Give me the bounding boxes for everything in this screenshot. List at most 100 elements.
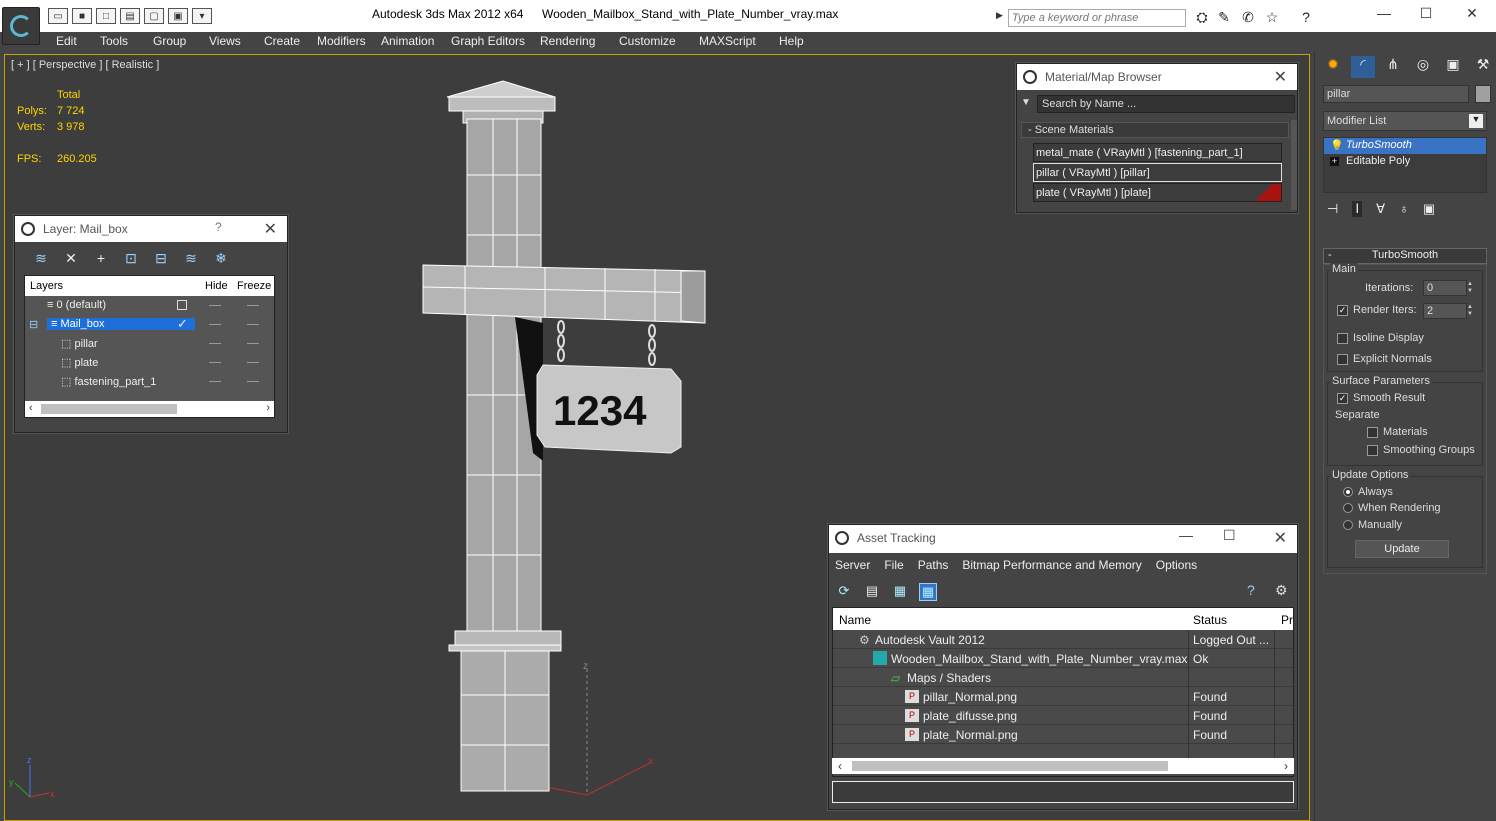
scroll-thumb[interactable] — [852, 761, 1168, 771]
material-map-browser[interactable]: Material/Map Browser ✕ ▼ Search by Name … — [1016, 63, 1298, 213]
material-item-selected[interactable]: pillar ( VRayMtl ) [pillar] — [1033, 163, 1282, 182]
layer-object-row[interactable]: ⬚ plate — [25, 353, 274, 372]
material-browser-close-button[interactable]: ✕ — [1274, 67, 1287, 87]
manually-row[interactable]: Manually — [1343, 519, 1402, 531]
menu-views[interactable]: Views — [209, 34, 241, 48]
material-item[interactable]: metal_mate ( VRayMtl ) [fastening_part_1… — [1033, 143, 1282, 162]
modifier-list-dropdown[interactable]: Modifier List ▼ — [1323, 111, 1487, 131]
asset-row[interactable]: P pillar_Normal.png Found — [833, 687, 1293, 706]
add-to-layer-icon[interactable]: + — [91, 250, 111, 268]
asset-minimize-button[interactable]: — — [1179, 527, 1193, 543]
make-unique-icon[interactable]: ∀ — [1376, 201, 1385, 217]
asset-settings-icon[interactable]: ⚙ — [1275, 582, 1288, 599]
light-bulb-icon[interactable]: 💡 — [1330, 139, 1344, 152]
menu-animation[interactable]: Animation — [381, 34, 434, 48]
smooth-result-checkbox[interactable]: ✓ — [1337, 392, 1348, 404]
turbosmooth-rollout-header[interactable]: - TurboSmooth — [1323, 248, 1487, 264]
layer-panel-titlebar[interactable]: Layer: Mail_box ? ✕ — [15, 216, 287, 242]
subscription-icon[interactable]: ✎ — [1214, 9, 1234, 27]
menu-customize[interactable]: Customize — [619, 34, 676, 48]
col-status[interactable]: Status — [1193, 613, 1227, 627]
manually-radio[interactable] — [1343, 520, 1353, 531]
freeze-all-icon[interactable]: ❄ — [211, 250, 231, 268]
scroll-left-icon[interactable]: ‹ — [29, 402, 33, 414]
scroll-right-icon[interactable]: › — [1284, 759, 1288, 773]
spinner-arrows-icon[interactable]: ▲ ▼ — [1467, 304, 1475, 320]
col-freeze[interactable]: Freeze — [237, 280, 271, 292]
layer-object-row[interactable]: ⬚ fastening_part_1 — [25, 372, 274, 391]
highlight-layer-icon[interactable]: ⊟ — [151, 250, 171, 268]
layer-horizontal-scrollbar[interactable]: ‹ › — [25, 401, 274, 417]
when-rendering-radio[interactable] — [1343, 503, 1353, 514]
motion-tab-icon[interactable]: ◎ — [1411, 56, 1435, 78]
stack-item-editable-poly[interactable]: + Editable Poly — [1324, 154, 1486, 170]
asset-menu-file[interactable]: File — [884, 558, 903, 572]
menu-create[interactable]: Create — [264, 34, 300, 48]
materials-checkbox[interactable] — [1367, 426, 1378, 438]
display-tab-icon[interactable]: ▣ — [1441, 56, 1465, 78]
close-button[interactable]: ✕ — [1450, 5, 1494, 25]
layer-manager-panel[interactable]: Layer: Mail_box ? ✕ ≋ ✕ + ⊡ ⊟ ≋ ❄ Layers… — [14, 215, 288, 433]
number-plate[interactable]: 1234 — [515, 317, 682, 461]
layer-object-row[interactable]: ⬚ pillar — [25, 334, 274, 353]
always-row[interactable]: Always — [1343, 486, 1393, 498]
binoculars-icon[interactable]: ⛭ — [1192, 9, 1212, 27]
menu-edit[interactable]: Edit — [56, 34, 77, 48]
crossbar-mesh[interactable] — [422, 264, 706, 324]
asset-menu-server[interactable]: Server — [835, 558, 870, 572]
expand-icon[interactable]: + — [1330, 157, 1339, 166]
hold-icon[interactable]: ▤ — [120, 8, 140, 24]
always-radio[interactable] — [1343, 487, 1353, 498]
search-expand-icon[interactable]: ▶ — [996, 10, 1006, 26]
scroll-left-icon[interactable]: ‹ — [838, 759, 842, 773]
asset-row[interactable]: ⚙ Autodesk Vault 2012 Logged Out ... — [833, 630, 1293, 649]
fetch-icon[interactable]: ▢ — [144, 8, 164, 24]
hide-all-icon[interactable]: ≋ — [181, 250, 201, 268]
asset-menu-paths[interactable]: Paths — [918, 558, 949, 572]
utilities-tab-icon[interactable]: ⚒ — [1471, 56, 1495, 78]
project-icon[interactable]: ▣ — [168, 8, 188, 24]
when-rendering-row[interactable]: When Rendering — [1343, 502, 1441, 514]
list-view-icon[interactable]: ▤ — [863, 583, 881, 601]
asset-menu-options[interactable]: Options — [1156, 558, 1197, 572]
layer-row[interactable]: ≡ 0 (default) — [25, 296, 274, 315]
asset-tracking-titlebar[interactable]: Asset Tracking — ☐ ✕ — [829, 525, 1297, 553]
current-layer-checkbox[interactable] — [177, 300, 187, 310]
explicit-normals-row[interactable]: Explicit Normals — [1337, 353, 1432, 365]
table-view-icon[interactable]: ▦ — [919, 583, 937, 601]
select-objects-icon[interactable]: ⊡ — [121, 250, 141, 268]
save-icon[interactable]: ■ — [72, 8, 92, 24]
scroll-thumb[interactable] — [41, 404, 177, 414]
asset-horizontal-scrollbar[interactable]: ‹ › — [832, 758, 1294, 774]
refresh-icon[interactable]: ⟳ — [835, 583, 853, 601]
spinner-arrows-icon[interactable]: ▲ ▼ — [1467, 281, 1475, 297]
isoline-row[interactable]: Isoline Display — [1337, 332, 1424, 344]
menu-group[interactable]: Group — [153, 34, 186, 48]
app-logo-button[interactable] — [2, 7, 40, 45]
scene-materials-group[interactable]: - Scene Materials — [1021, 122, 1289, 138]
menu-rendering[interactable]: Rendering — [540, 34, 595, 48]
asset-row[interactable]: Wooden_Mailbox_Stand_with_Plate_Number_v… — [833, 649, 1293, 668]
keyword-search-input[interactable]: Type a keyword or phrase — [1008, 9, 1186, 27]
material-item[interactable]: plate ( VRayMtl ) [plate] — [1033, 183, 1282, 202]
isoline-checkbox[interactable] — [1337, 332, 1348, 344]
asset-maximize-button[interactable]: ☐ — [1223, 527, 1236, 544]
browser-options-icon[interactable]: ▼ — [1021, 97, 1031, 108]
help-icon[interactable]: ? — [1296, 9, 1316, 27]
smoothing-groups-checkbox[interactable] — [1367, 444, 1378, 456]
asset-tracking-panel[interactable]: Asset Tracking — ☐ ✕ Server File Paths B… — [828, 524, 1298, 810]
col-layers[interactable]: Layers — [30, 280, 63, 292]
render-iters-row[interactable]: ✓ Render Iters: — [1337, 304, 1417, 316]
col-name[interactable]: Name — [839, 613, 871, 627]
create-tab-icon[interactable]: ✹ — [1321, 56, 1345, 78]
materials-row[interactable]: Materials — [1367, 426, 1428, 438]
object-color-swatch[interactable] — [1475, 85, 1491, 103]
fastening-chains[interactable] — [557, 320, 656, 366]
menu-graph-editors[interactable]: Graph Editors — [451, 34, 525, 48]
asset-close-button[interactable]: ✕ — [1274, 528, 1287, 548]
delete-layer-icon[interactable]: ✕ — [61, 250, 81, 268]
menu-modifiers[interactable]: Modifiers — [317, 34, 366, 48]
modify-tab-icon[interactable]: ◜ — [1351, 56, 1375, 78]
explicit-normals-checkbox[interactable] — [1337, 353, 1348, 365]
iterations-spinner[interactable]: 0 — [1423, 280, 1467, 296]
